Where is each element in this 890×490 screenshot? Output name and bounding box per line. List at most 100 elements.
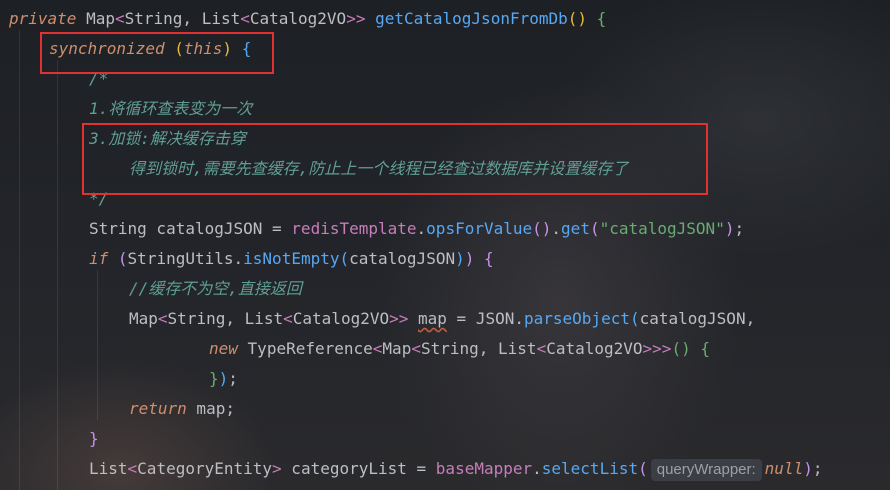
code-token: catalogJSON [349, 249, 456, 268]
code-token: ( [638, 459, 648, 478]
code-token: private [9, 9, 77, 28]
code-line-6[interactable]: 得到锁时,需要先查缓存,防止上一个线程已经查过数据库并设置缓存了 [129, 154, 628, 184]
code-token: } [209, 369, 219, 388]
code-token: () [567, 9, 588, 28]
code-line-9[interactable]: if (StringUtils.isNotEmpty(catalogJSON))… [89, 244, 494, 274]
code-token: ( [174, 39, 184, 58]
code-line-8[interactable]: String catalogJSON = redisTemplate.opsFo… [89, 214, 744, 244]
code-token: () [532, 219, 552, 238]
indent-guide [97, 270, 98, 420]
indent-guide [57, 60, 58, 490]
code-token: > [272, 459, 282, 478]
code-token: Catalog2VO [249, 9, 347, 28]
code-token: , [478, 339, 499, 358]
code-token: ( [339, 249, 350, 268]
code-token: ) [218, 369, 229, 388]
code-token: return [129, 399, 187, 418]
code-line-12[interactable]: new TypeReference<Map<String, List<Catal… [209, 334, 710, 364]
code-line-14[interactable]: return map; [129, 394, 235, 424]
code-token: selectList [541, 459, 639, 478]
code-token: >> [346, 9, 366, 28]
code-token: >>> [642, 339, 672, 358]
code-token: < [411, 339, 421, 358]
code-token: 3.加锁:解决缓存击穿 [89, 129, 246, 148]
code-token: map [418, 309, 447, 328]
code-token: < [240, 9, 250, 28]
code-token: String [124, 9, 183, 28]
code-token: . [233, 249, 244, 268]
code-token: . [514, 309, 524, 328]
code-token: redisTemplate [291, 219, 417, 238]
code-token: { [241, 39, 252, 58]
code-token: 1.将循环查表变为一次 [89, 99, 253, 118]
code-token: categoryList = [281, 459, 436, 478]
code-token: { [484, 249, 494, 268]
code-token: */ [89, 189, 109, 208]
code-token: map; [186, 399, 235, 418]
code-editor[interactable]: private Map<String, List<Catalog2VO>> ge… [0, 0, 890, 490]
code-token: String [89, 219, 147, 238]
code-line-3[interactable]: /* [89, 64, 108, 94]
code-token: ) [222, 39, 233, 58]
code-token: JSON [475, 309, 515, 328]
parameter-hint: queryWrapper: [650, 458, 762, 481]
code-token: = [446, 309, 476, 328]
code-token: /* [89, 69, 109, 88]
code-token: catalogJSON, [639, 309, 756, 328]
code-token: StringUtils [127, 249, 234, 268]
code-token: < [536, 339, 547, 358]
code-token: Catalog2VO [546, 339, 643, 358]
code-token: . [532, 459, 542, 478]
code-token: Map [129, 309, 158, 328]
code-line-10[interactable]: //缓存不为空,直接返回 [129, 274, 302, 304]
code-token: List [498, 339, 537, 358]
code-token: ) [455, 249, 465, 268]
code-token: { [700, 339, 710, 358]
code-line-5[interactable]: 3.加锁:解决缓存击穿 [89, 124, 246, 154]
code-token: () [671, 339, 691, 358]
code-token: "catalogJSON" [599, 219, 725, 238]
code-line-16[interactable]: List<CategoryEntity> categoryList = base… [89, 454, 822, 484]
code-token: . [416, 219, 427, 238]
code-token: { [596, 9, 607, 28]
code-token: String [420, 339, 479, 358]
code-token: baseMapper [435, 459, 533, 478]
code-token: if [89, 249, 109, 268]
code-line-1[interactable]: private Map<String, List<Catalog2VO>> ge… [9, 4, 606, 34]
code-line-7[interactable]: */ [89, 184, 108, 214]
code-token: < [127, 459, 138, 478]
code-token: ; [812, 459, 823, 478]
code-line-13[interactable]: }); [209, 364, 238, 394]
code-token: String [167, 309, 226, 328]
code-token: >> [389, 309, 409, 328]
code-token: getCatalogJsonFromDb [375, 9, 568, 28]
code-line-4[interactable]: 1.将循环查表变为一次 [89, 94, 252, 124]
code-token: ( [589, 219, 600, 238]
code-token: , [182, 9, 202, 28]
code-token: ; [734, 219, 745, 238]
code-token: < [114, 9, 125, 28]
indent-guide [19, 30, 20, 490]
code-line-11[interactable]: Map<String, List<Catalog2VO>> map = JSON… [129, 304, 755, 334]
code-token: this [183, 39, 223, 58]
code-token: Map [382, 339, 412, 358]
code-line-15[interactable]: } [89, 424, 99, 454]
code-token: //缓存不为空,直接返回 [129, 279, 302, 298]
code-token: ) [464, 249, 475, 268]
code-token: ( [117, 249, 128, 268]
code-line-2[interactable]: synchronized (this) { [49, 34, 251, 64]
code-token: List [89, 459, 128, 478]
code-token: } [89, 429, 99, 448]
code-token: CategoryEntity [137, 459, 273, 478]
code-token: new [209, 339, 238, 358]
code-token: < [157, 309, 168, 328]
code-token: List [244, 309, 284, 328]
code-token: < [283, 309, 293, 328]
code-token: Catalog2VO [292, 309, 390, 328]
